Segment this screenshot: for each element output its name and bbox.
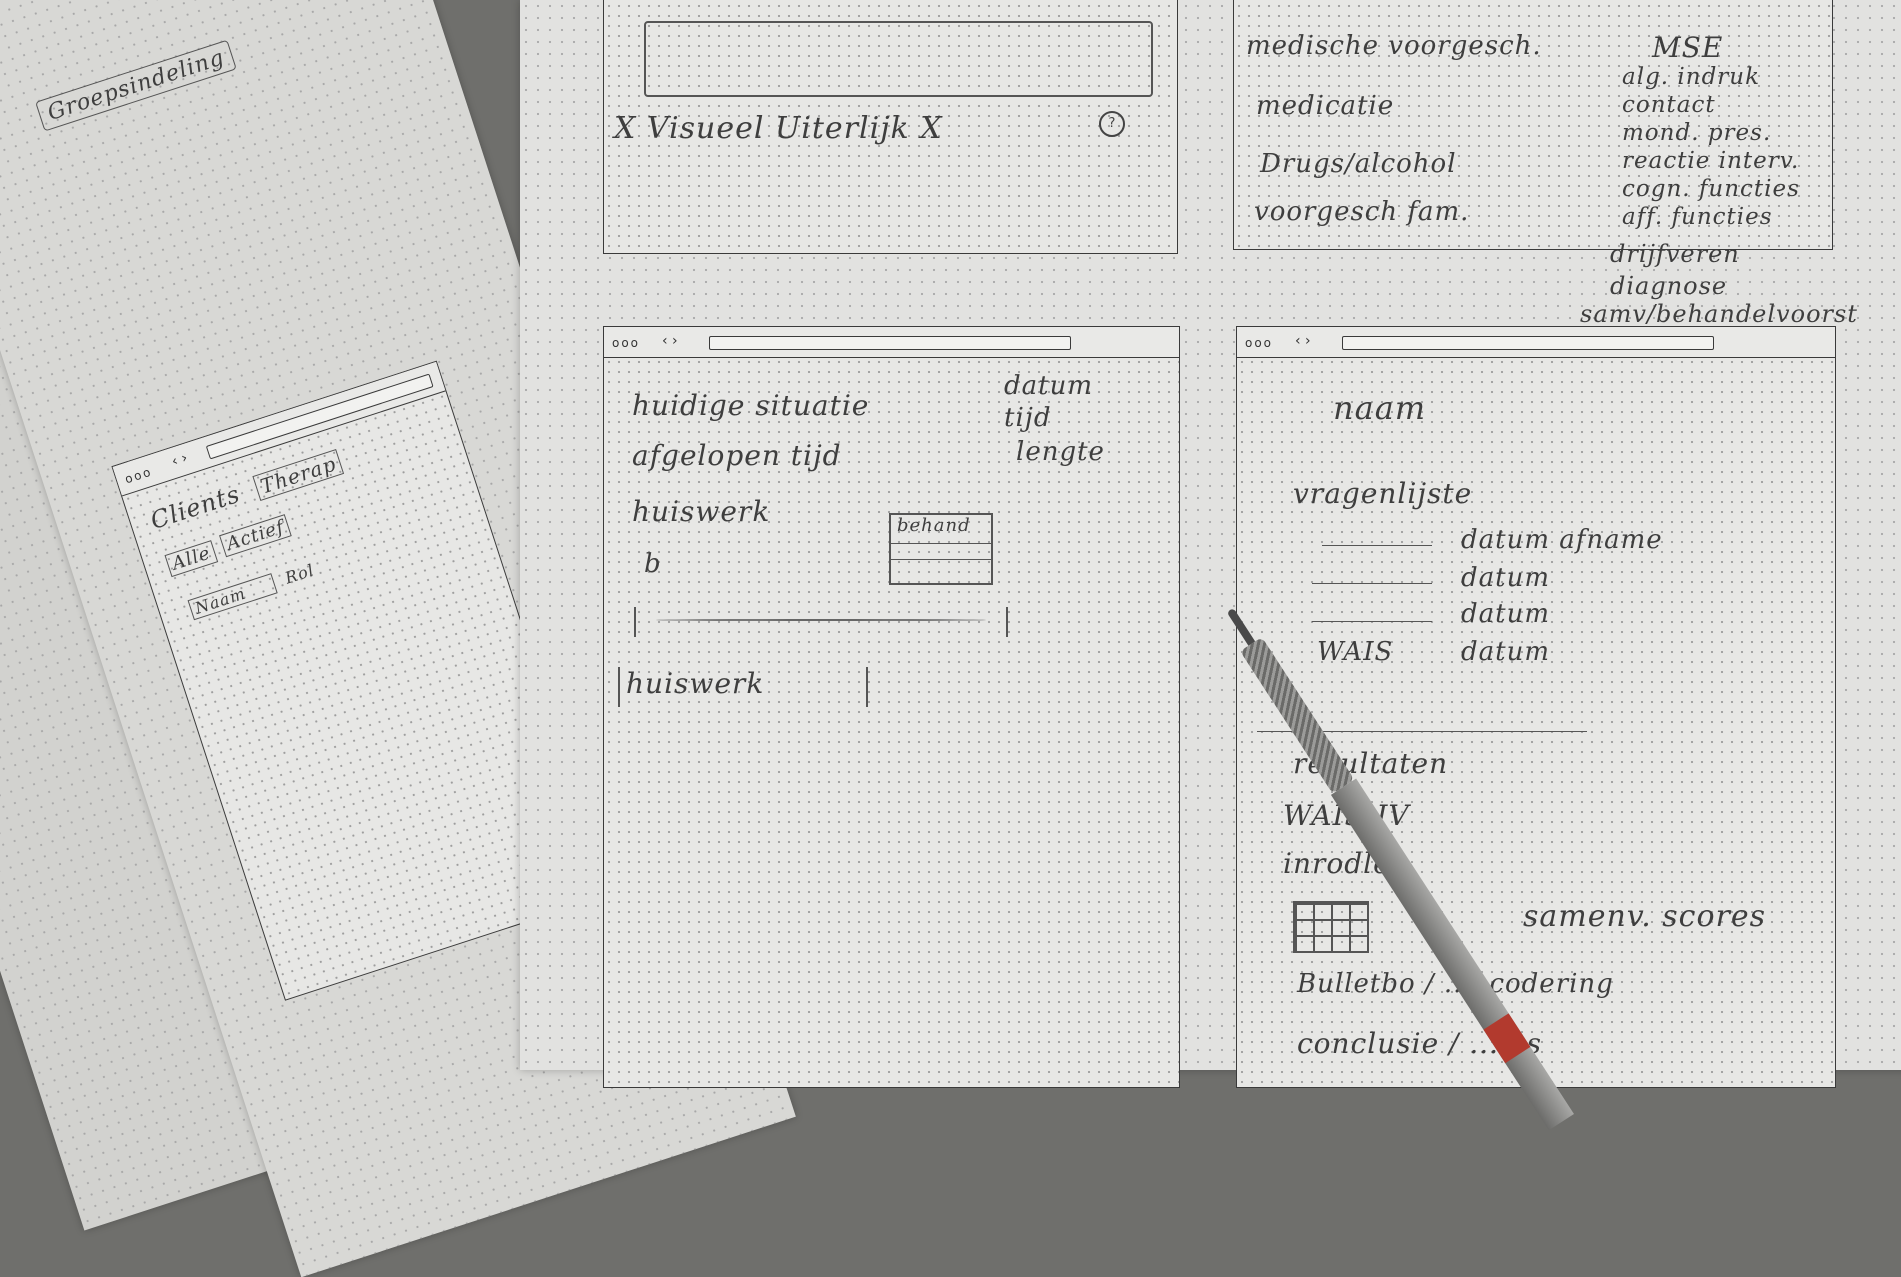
- top-right-sketch: medische voorgesch. medicatie Drugs/alco…: [1233, 0, 1833, 250]
- wavy-textarea: [644, 21, 1153, 97]
- huiswerk-input[interactable]: huiswerk: [618, 667, 868, 707]
- groepsindeling-label: Groepsindeling: [35, 39, 238, 132]
- right-browser-chrome: ooo ‹ ›: [1237, 327, 1835, 358]
- pencil-tip: [1226, 607, 1256, 646]
- b-line: b: [644, 549, 662, 579]
- datum-label: datum: [1004, 371, 1093, 401]
- behand-dropdown[interactable]: behand: [889, 513, 993, 585]
- row-1-value: datum: [1461, 563, 1550, 593]
- lengte-label: lengte: [1016, 437, 1105, 467]
- afgelopen-tijd: afgelopen tijd: [632, 439, 842, 472]
- row-2-value: datum: [1461, 599, 1550, 629]
- mse-list: alg. indruk contact mond. pres. reactie …: [1622, 64, 1800, 230]
- row-3-value: datum: [1461, 637, 1550, 667]
- url-bar[interactable]: [709, 336, 1071, 350]
- filter-actief: Actief: [219, 513, 293, 558]
- url-bar-2[interactable]: [1342, 336, 1714, 350]
- middle-sketch: ooo ‹ › huidige situatie afgelopen tijd …: [603, 326, 1180, 1088]
- info-circle-icon[interactable]: ?: [1099, 111, 1125, 137]
- right-sketch: ooo ‹ › naam vragenlijste datum afname d…: [1236, 326, 1836, 1088]
- row-0-value: datum afname: [1461, 525, 1663, 555]
- naam-label: naam: [1333, 389, 1427, 427]
- medische-voorgeschiedenis: medische voorgesch.: [1246, 31, 1542, 61]
- col-naam: Naam: [187, 573, 278, 621]
- col-rol: Rol: [282, 560, 317, 588]
- samenv-scores-label: samenv. scores: [1523, 899, 1767, 934]
- window-dots-icon: ooo: [612, 336, 641, 350]
- diagnose-label: diagnose: [1610, 272, 1728, 300]
- drijfveren-label: drijfveren: [1610, 240, 1740, 268]
- huiswerk-line: huiswerk: [632, 495, 771, 528]
- filter-alle: Alle: [164, 540, 219, 578]
- clients-tab: Clients: [147, 479, 244, 535]
- medicatie: medicatie: [1256, 91, 1395, 121]
- visueel-uiterlijk-row: X Visueel Uiterlijk X: [614, 111, 943, 146]
- middle-browser-chrome: ooo ‹ ›: [604, 327, 1179, 358]
- huidige-situatie: huidige situatie: [632, 389, 870, 422]
- tijd-label: tijd: [1004, 403, 1052, 433]
- window-dots-icon-2: ooo: [1245, 336, 1274, 350]
- mse-title: MSE: [1652, 31, 1724, 64]
- samv-behandelvoorst-label: samv/behandelvoorst: [1580, 300, 1858, 328]
- nav-arrows-icon[interactable]: ‹ ›: [662, 333, 678, 349]
- therap-tab: Therap: [252, 448, 345, 501]
- vragenlijst-title: vragenlijste: [1293, 477, 1473, 510]
- top-left-sketch: X Visueel Uiterlijk X ?: [603, 0, 1178, 254]
- wavy-text-field[interactable]: [634, 607, 1008, 637]
- grid-table-icon: [1293, 901, 1369, 953]
- voorgeschiedenis-familie: voorgesch fam.: [1254, 197, 1470, 227]
- nav-arrows-icon-2[interactable]: ‹ ›: [1295, 333, 1311, 349]
- row-3-name: WAIS: [1317, 637, 1394, 667]
- drugs-alcohol: Drugs/alcohol: [1260, 149, 1457, 179]
